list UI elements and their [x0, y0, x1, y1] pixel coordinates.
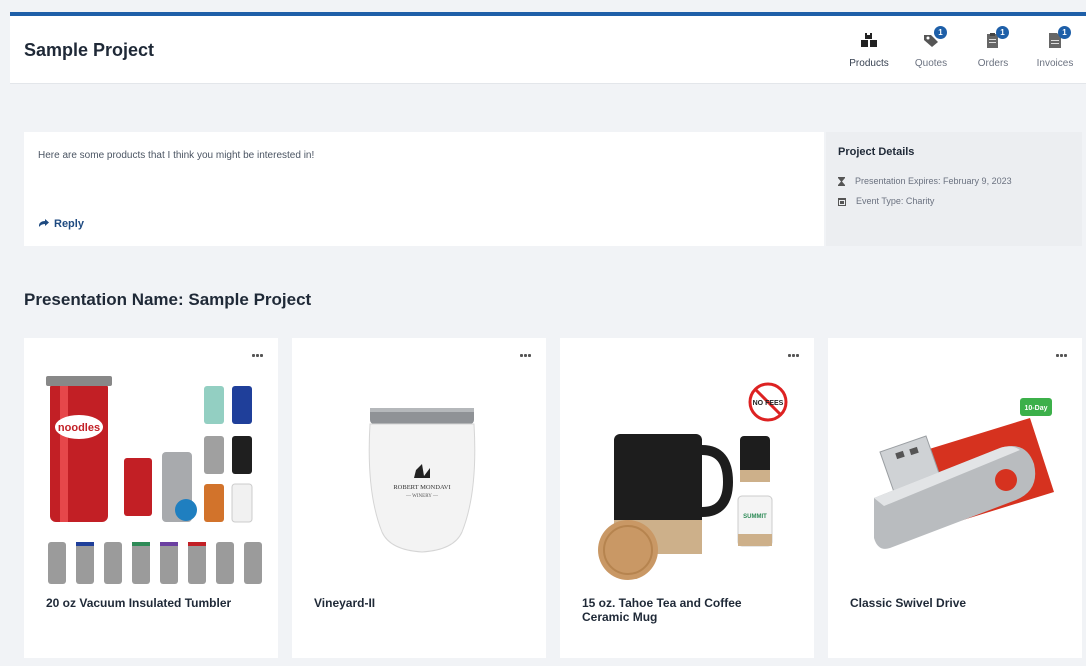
orders-count-badge: 1	[996, 26, 1009, 39]
message-card: Here are some products that I think you …	[24, 132, 824, 246]
more-options-icon[interactable]	[252, 354, 264, 358]
calendar-icon	[838, 197, 846, 206]
product-card[interactable]: 10-Day Classic Swivel Drive	[828, 338, 1082, 658]
message-text: Here are some products that I think you …	[38, 150, 315, 161]
presentation-title: Presentation Name: Sample Project	[24, 290, 312, 309]
product-card[interactable]: NO FEES SUMMIT 15 oz. Tahoe Tea and Coff…	[560, 338, 814, 658]
more-options-icon[interactable]	[788, 354, 800, 358]
more-options-icon[interactable]	[520, 354, 532, 358]
ten-day-text: 10-Day	[1025, 405, 1048, 412]
product-name: 15 oz. Tahoe Tea and Coffee Ceramic Mug	[582, 596, 742, 624]
more-options-icon[interactable]	[1056, 354, 1068, 358]
wine-tumbler-product-image: ROBERT MONDAVI — WINERY —	[368, 408, 476, 553]
event-type-text: Event Type: Charity	[856, 196, 935, 206]
boxes-icon	[861, 33, 877, 47]
product-card[interactable]: noodles 20 oz Vacuum Insulated Tumbler	[24, 338, 278, 658]
no-fees-text: NO FEES	[753, 400, 784, 407]
mug-brand-text: SUMMIT	[743, 514, 767, 520]
winery-line1-text: ROBERT MONDAVI	[393, 484, 450, 491]
nav-orders-label: Orders	[977, 58, 1009, 69]
tumbler-product-image: noodles	[46, 376, 262, 584]
project-title: Sample Project	[24, 40, 155, 60]
nav-quotes[interactable]: 1 Quotes	[900, 26, 962, 78]
mug-product-image: NO FEES SUMMIT	[598, 382, 788, 580]
tumbler-brand-text: noodles	[58, 422, 100, 434]
project-details-title: Project Details	[838, 146, 915, 158]
nav-products[interactable]: Products	[838, 26, 900, 78]
header: Sample Project Products 1 Quotes 1 Order…	[10, 16, 1086, 84]
reply-arrow-icon	[39, 219, 49, 227]
reply-label: Reply	[54, 218, 84, 230]
top-nav: Products 1 Quotes 1 Orders 1 Invoices	[838, 26, 1086, 78]
product-name: 20 oz Vacuum Insulated Tumbler	[46, 596, 232, 610]
nav-quotes-label: Quotes	[914, 58, 948, 69]
product-name: Vineyard-II	[314, 596, 376, 610]
usb-drive-product-image: 10-Day	[874, 398, 1054, 549]
nav-invoices[interactable]: 1 Invoices	[1024, 26, 1086, 78]
nav-products-label: Products	[849, 58, 889, 69]
winery-line2-text: — WINERY —	[405, 494, 439, 499]
expires-text: Presentation Expires: February 9, 2023	[855, 176, 1012, 186]
product-name: Classic Swivel Drive	[850, 596, 967, 610]
quotes-count-badge: 1	[934, 26, 947, 39]
invoices-count-badge: 1	[1058, 26, 1071, 39]
nav-invoices-label: Invoices	[1036, 58, 1074, 69]
expires-row: Presentation Expires: February 9, 2023	[838, 176, 1012, 186]
nav-orders[interactable]: 1 Orders	[962, 26, 1024, 78]
project-details-card: Project Details Presentation Expires: Fe…	[826, 132, 1082, 246]
event-type-row: Event Type: Charity	[838, 196, 934, 206]
hourglass-icon	[838, 176, 845, 186]
reply-button[interactable]: Reply	[38, 218, 84, 230]
product-card[interactable]: ROBERT MONDAVI — WINERY — Vineyard-II	[292, 338, 546, 658]
